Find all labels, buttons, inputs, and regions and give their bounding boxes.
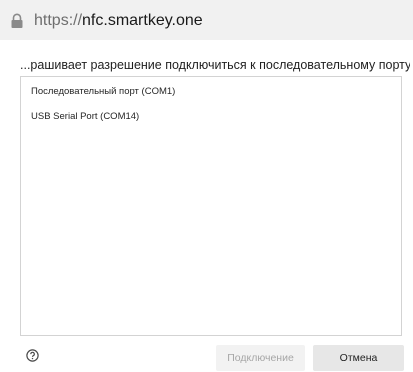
serial-port-permission-dialog: https://nfc.smartkey.one ...рашивает раз… <box>0 0 413 372</box>
permission-prompt-text: ...рашивает разрешение подключиться к по… <box>20 58 410 72</box>
origin-bar: https://nfc.smartkey.one <box>0 0 413 40</box>
port-item-com1[interactable]: Последовательный порт (COM1) <box>21 80 401 104</box>
origin-url: https://nfc.smartkey.one <box>34 12 203 30</box>
url-scheme: https:// <box>34 12 83 29</box>
help-icon[interactable] <box>26 349 39 362</box>
url-host: nfc.smartkey.one <box>82 12 203 29</box>
cancel-button[interactable]: Отмена <box>313 345 404 371</box>
connect-button[interactable]: Подключение <box>216 345 305 371</box>
lock-icon <box>11 13 23 28</box>
port-list[interactable]: Последовательный порт (COM1) USB Serial … <box>20 76 402 336</box>
port-item-com14[interactable]: USB Serial Port (COM14) <box>21 105 401 129</box>
